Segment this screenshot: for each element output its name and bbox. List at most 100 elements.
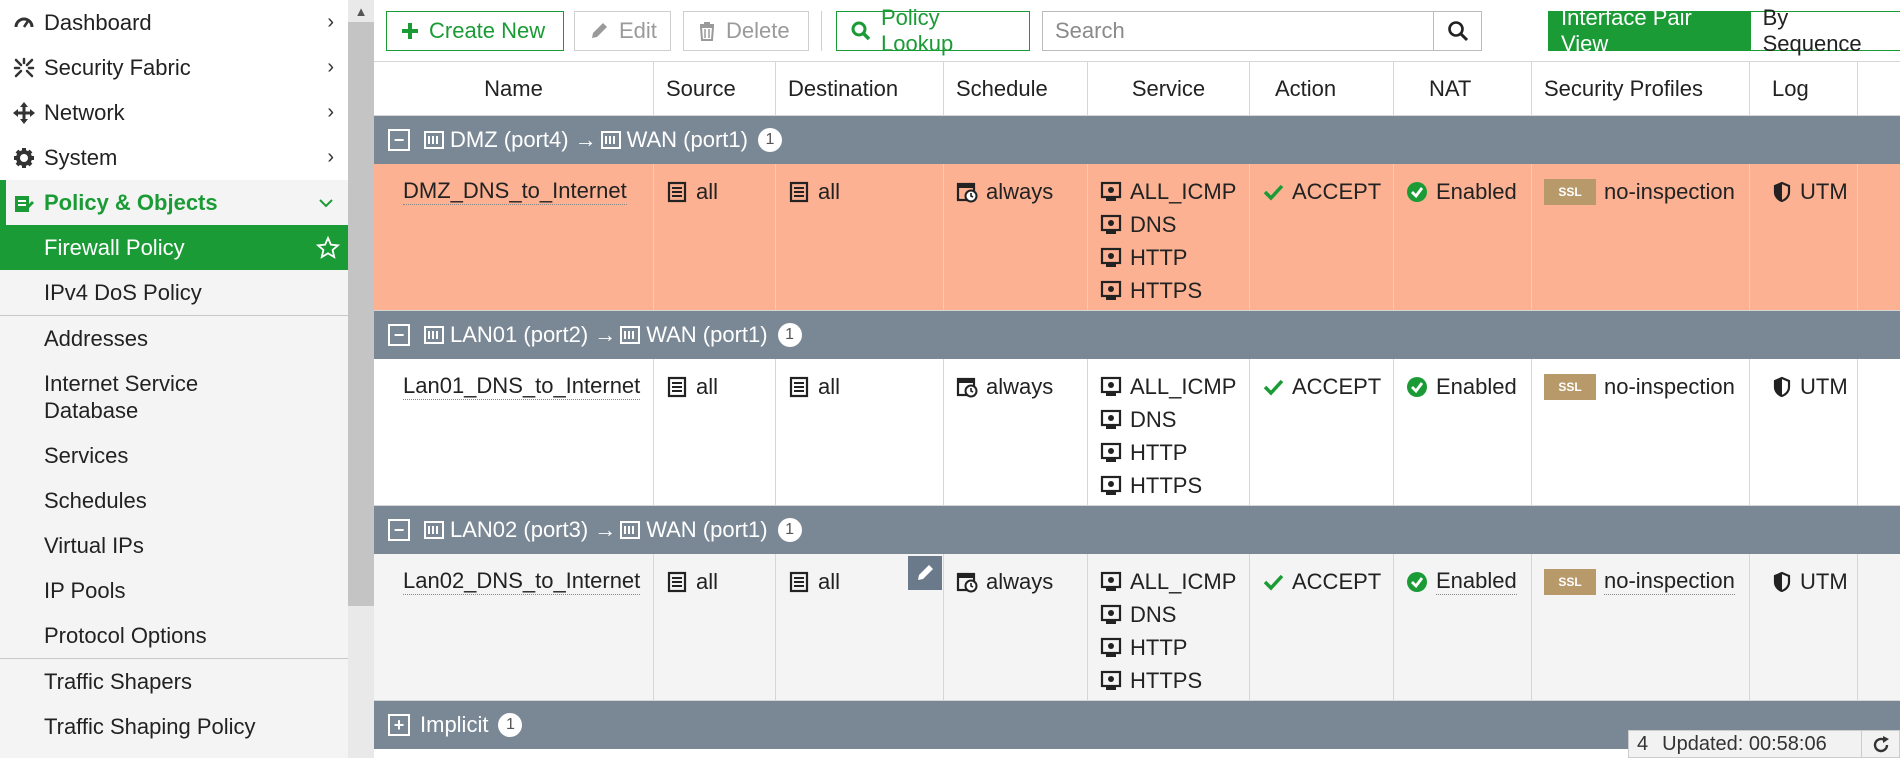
- sidebar: Dashboard › Security Fabric › Network › …: [0, 0, 348, 758]
- sidebar-item-protocol-options[interactable]: Protocol Options: [0, 613, 348, 658]
- group-header-lan01-wan[interactable]: − LAN01 (port2) → WAN (port1) 1: [374, 311, 1900, 359]
- source-value[interactable]: all: [696, 179, 718, 205]
- group-dst-interface: WAN (port1): [646, 322, 768, 347]
- sidebar-item-ip-pools[interactable]: IP Pools: [0, 568, 348, 613]
- ssl-badge: SSL: [1544, 373, 1596, 400]
- column-header-source[interactable]: Source: [654, 62, 776, 116]
- scrollbar-thumb[interactable]: [348, 22, 374, 606]
- table-row[interactable]: Lan01_DNS_to_Internet all all always ALL…: [374, 359, 1900, 506]
- sidebar-item-label: Traffic Shapers: [44, 668, 192, 694]
- destination-value[interactable]: all: [818, 179, 840, 205]
- sidebar-item-traffic-shapers[interactable]: Traffic Shapers: [0, 659, 348, 704]
- scroll-up-icon[interactable]: ▲: [348, 0, 374, 22]
- profile-value[interactable]: no-inspection: [1604, 568, 1735, 595]
- collapse-icon[interactable]: −: [388, 324, 410, 346]
- service-value[interactable]: HTTPS: [1130, 278, 1202, 304]
- sidebar-item-dashboard[interactable]: Dashboard ›: [0, 0, 348, 45]
- sidebar-item-system[interactable]: System ›: [0, 135, 348, 180]
- group-header-dmz-wan[interactable]: − DMZ (port4) → WAN (port1) 1: [374, 116, 1900, 164]
- column-header-schedule[interactable]: Schedule: [944, 62, 1088, 116]
- inline-edit-pencil-icon[interactable]: [908, 556, 942, 590]
- column-header-name[interactable]: Name: [374, 62, 654, 116]
- schedule-value[interactable]: always: [986, 179, 1053, 205]
- service-value[interactable]: HTTPS: [1130, 473, 1202, 499]
- column-header-action[interactable]: Action: [1250, 62, 1394, 116]
- sidebar-item-label: Policy & Objects: [44, 189, 218, 215]
- schedule-value[interactable]: always: [986, 374, 1053, 400]
- destination-value[interactable]: all: [818, 374, 840, 400]
- sidebar-item-schedules[interactable]: Schedules: [0, 478, 348, 523]
- service-value[interactable]: DNS: [1130, 212, 1176, 238]
- source-value[interactable]: all: [696, 374, 718, 400]
- profile-value[interactable]: no-inspection: [1604, 374, 1735, 400]
- service-value[interactable]: ALL_ICMP: [1130, 569, 1236, 595]
- chevron-right-icon: ›: [327, 146, 334, 168]
- sidebar-item-label: System: [44, 144, 118, 170]
- group-header-lan02-wan[interactable]: − LAN02 (port3) → WAN (port1) 1: [374, 506, 1900, 554]
- service-value[interactable]: DNS: [1130, 602, 1176, 628]
- service-icon: [1100, 247, 1122, 269]
- status-bar: 4 Updated: 00:58:06: [1628, 730, 1900, 758]
- column-header-log[interactable]: Log: [1750, 62, 1858, 116]
- collapse-icon[interactable]: −: [388, 519, 410, 541]
- column-header-destination[interactable]: Destination: [776, 62, 944, 116]
- collapse-icon[interactable]: −: [388, 129, 410, 151]
- sidebar-item-virtual-ips[interactable]: Virtual IPs: [0, 523, 348, 568]
- service-value[interactable]: HTTP: [1130, 635, 1187, 661]
- schedule-value[interactable]: always: [986, 569, 1053, 595]
- sidebar-item-network[interactable]: Network ›: [0, 90, 348, 135]
- policy-lookup-label: Policy Lookup: [881, 5, 954, 56]
- service-value[interactable]: HTTPS: [1130, 668, 1202, 694]
- service-value[interactable]: HTTP: [1130, 440, 1187, 466]
- trash-icon: [698, 21, 716, 41]
- interface-pair-view-button[interactable]: Interface Pair View: [1548, 5, 1751, 56]
- sidebar-item-ipv4-dos-policy[interactable]: IPv4 DoS Policy: [0, 270, 348, 315]
- edit-button[interactable]: Edit: [574, 11, 671, 51]
- status-updated: Updated: 00:58:06: [1662, 732, 1827, 755]
- by-sequence-button[interactable]: By Sequence: [1750, 5, 1900, 56]
- service-value[interactable]: ALL_ICMP: [1130, 179, 1236, 205]
- create-new-button[interactable]: Create New: [386, 11, 564, 51]
- service-icon: [1100, 409, 1122, 431]
- policy-name[interactable]: Lan01_DNS_to_Internet: [403, 373, 641, 400]
- destination-value[interactable]: all: [818, 569, 840, 595]
- group-src-interface: LAN01 (port2): [450, 322, 589, 347]
- search-input[interactable]: [1043, 12, 1433, 50]
- star-icon[interactable]: [316, 225, 340, 270]
- service-icon: [1100, 280, 1122, 302]
- search-icon[interactable]: [1433, 12, 1481, 50]
- column-header-security-profiles[interactable]: Security Profiles: [1532, 62, 1750, 116]
- column-header-nat[interactable]: NAT: [1394, 62, 1532, 116]
- sidebar-item-security-fabric[interactable]: Security Fabric ›: [0, 45, 348, 90]
- service-value[interactable]: ALL_ICMP: [1130, 374, 1236, 400]
- table-row[interactable]: DMZ_DNS_to_Internet all all always ALL_I…: [374, 164, 1900, 311]
- sidebar-item-addresses[interactable]: Addresses: [0, 316, 348, 361]
- sidebar-item-firewall-policy[interactable]: Firewall Policy: [0, 225, 348, 270]
- address-icon: [666, 376, 688, 398]
- pencil-icon: [589, 21, 609, 41]
- sidebar-scrollbar[interactable]: ▲: [348, 0, 374, 758]
- service-value[interactable]: HTTP: [1130, 245, 1187, 271]
- table-row[interactable]: Lan02_DNS_to_Internet all all always ALL…: [374, 554, 1900, 701]
- profile-value[interactable]: no-inspection: [1604, 179, 1735, 205]
- service-value[interactable]: DNS: [1130, 407, 1176, 433]
- policy-name[interactable]: DMZ_DNS_to_Internet: [403, 178, 627, 205]
- check-circle-icon: [1406, 571, 1428, 593]
- expand-icon[interactable]: +: [388, 714, 410, 736]
- chevron-right-icon: ›: [327, 56, 334, 78]
- interface-icon: [424, 130, 444, 150]
- sidebar-item-policy-objects[interactable]: Policy & Objects: [0, 180, 348, 225]
- log-value: UTM: [1800, 568, 1848, 594]
- sidebar-item-internet-service-database[interactable]: Internet Service Database: [0, 361, 348, 433]
- column-header-service[interactable]: Service: [1088, 62, 1250, 116]
- delete-button[interactable]: Delete: [683, 11, 809, 51]
- sidebar-item-traffic-shaping-policy[interactable]: Traffic Shaping Policy: [0, 704, 348, 749]
- refresh-icon[interactable]: [1861, 731, 1899, 757]
- policy-lookup-button[interactable]: Policy Lookup: [836, 5, 1030, 56]
- nat-value[interactable]: Enabled: [1436, 568, 1517, 595]
- sidebar-item-services[interactable]: Services: [0, 433, 348, 478]
- chevron-down-icon: [318, 180, 334, 225]
- source-value[interactable]: all: [696, 569, 718, 595]
- policy-name[interactable]: Lan02_DNS_to_Internet: [403, 568, 641, 595]
- search-field: [1042, 11, 1482, 51]
